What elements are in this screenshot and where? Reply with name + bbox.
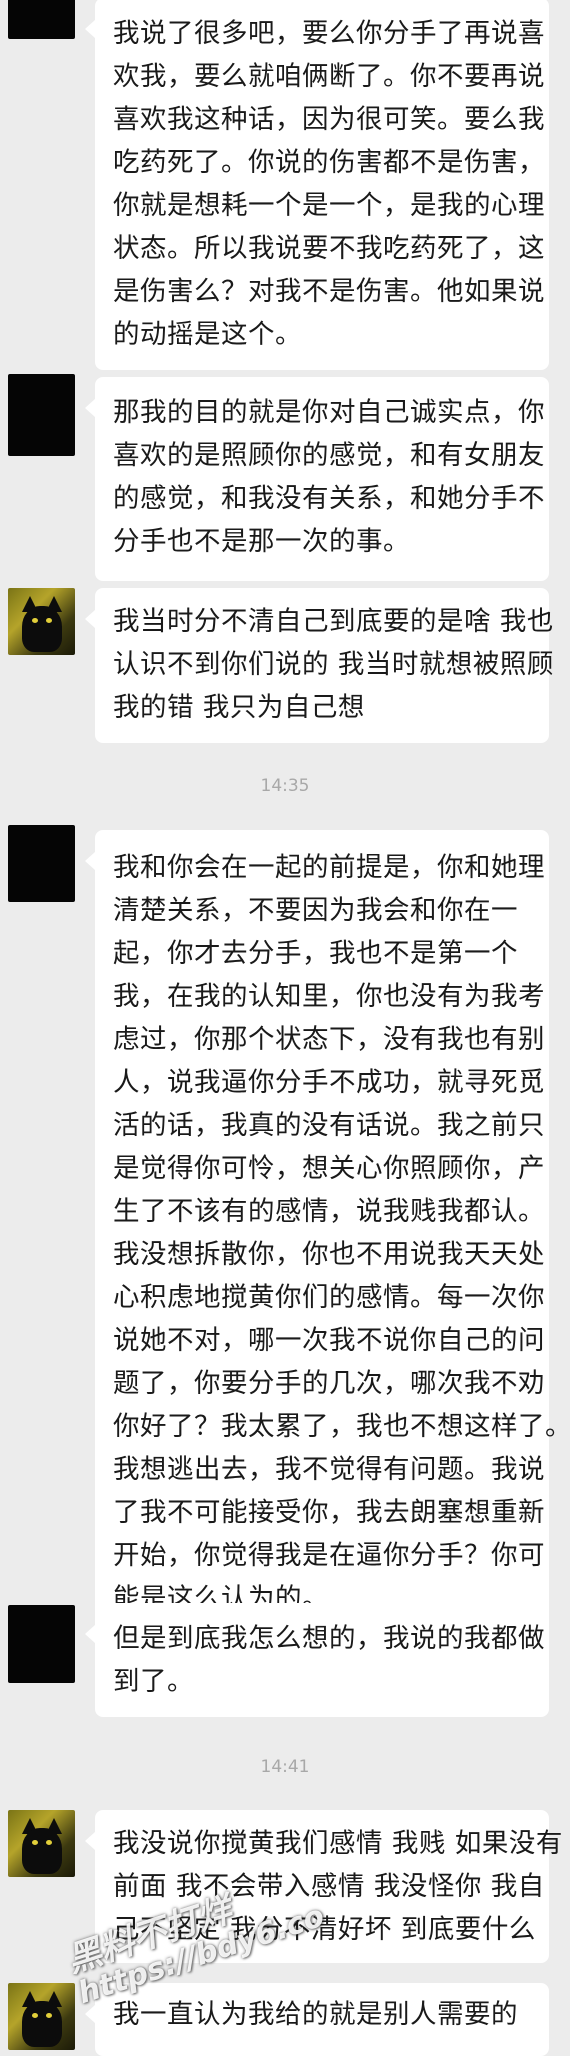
message-text-line: 我没想拆散你，你也不用说我天天处: [113, 1239, 545, 1270]
message-text-line: 的感觉，和我没有关系，和她分手不: [113, 483, 545, 514]
message-text-line: 题了，你要分手的几次，哪次我不劝: [113, 1368, 545, 1399]
cat-eye-icon: [46, 2013, 52, 2018]
cat-icon: [22, 1828, 62, 1874]
message-text-line: 那我的目的就是你对自己诚实点，你: [113, 397, 545, 428]
message-bubble[interactable]: 我说了很多吧，要么你分手了再说喜 欢我，要么就咱俩断了。你不要再说 喜欢我这种话…: [85, 0, 549, 370]
message-text-line: 吃药死了。你说的伤害都不是伤害，: [113, 147, 545, 178]
cat-eye-icon: [32, 1840, 38, 1845]
cat-eye-icon: [32, 2013, 38, 2018]
message-text-line: 我一直认为我给的就是别人需要的: [113, 1999, 518, 2030]
message-text-line: 是觉得你可怜，想关心你照顾你，产: [113, 1153, 545, 1184]
cat-avatar[interactable]: [8, 588, 75, 655]
message-text-line: 我的错 我只为自己想: [113, 692, 365, 723]
cat-eye-icon: [32, 618, 38, 623]
message-bubble[interactable]: 我一直认为我给的就是别人需要的: [85, 1983, 549, 2056]
message-text-line: 虑过，你那个状态下，没有我也有别: [113, 1024, 545, 1055]
cat-avatar[interactable]: [8, 1983, 75, 2050]
message-text-line: 了我不可能接受你，我去朗塞想重新: [113, 1497, 545, 1528]
message-text-line: 生了不该有的感情，说我贱我都认。: [113, 1196, 545, 1227]
avatar-redacted[interactable]: [8, 1605, 75, 1683]
message-text-line: 喜欢我这种话，因为很可笑。要么我: [113, 104, 545, 135]
message-bubble[interactable]: 我当时分不清自己到底要的是啥 我也 认识不到你们说的 我当时就想被照顾 我的错 …: [85, 588, 554, 743]
message-text-line: 我想逃出去，我不觉得有问题。我说: [113, 1454, 545, 1485]
chat-view[interactable]: 我说了很多吧，要么你分手了再说喜 欢我，要么就咱俩断了。你不要再说 喜欢我这种话…: [0, 0, 570, 2056]
message-text-line: 我，在我的认知里，你也没有为我考: [113, 981, 545, 1012]
message-text-line: 但是到底我怎么想的，我说的我都做: [113, 1623, 545, 1654]
message-text-line: 开始，你觉得我是在逼你分手？你可: [113, 1540, 545, 1571]
cat-eye-icon: [46, 1840, 52, 1845]
avatar-redacted[interactable]: [8, 374, 75, 456]
message-text-line: 起，你才去分手，我也不是第一个: [113, 938, 518, 969]
timestamp: 14:35: [260, 776, 310, 796]
message-text-line: 你就是想耗一个是一个，是我的心理: [113, 190, 545, 221]
message-text-line: 分手也不是那一次的事。: [113, 526, 410, 557]
message-text-line: 欢我，要么就咱俩断了。你不要再说: [113, 61, 545, 92]
message-text-line: 活的话，我真的没有话说。我之前只: [113, 1110, 545, 1141]
cat-icon: [22, 606, 62, 652]
message-text-line: 心积虑地搅黄你们的感情。每一次你: [113, 1282, 545, 1313]
message-bubble[interactable]: 那我的目的就是你对自己诚实点，你 喜欢的是照顾你的感觉，和有女朋友 的感觉，和我…: [85, 377, 549, 581]
message-text-line: 我说了很多吧，要么你分手了再说喜: [113, 18, 545, 49]
message-text-line: 状态。所以我说要不我吃药死了，这: [113, 233, 545, 264]
message-text-line: 到了。: [113, 1666, 194, 1697]
message-bubble[interactable]: 我和你会在一起的前提是，你和她理 清楚关系，不要因为我会和你在一 起，你才去分手…: [85, 830, 570, 1634]
avatar-redacted[interactable]: [8, 0, 75, 39]
message-text-line: 人，说我逼你分手不成功，就寻死觅: [113, 1067, 545, 1098]
message-text-line: 的动摇是这个。: [113, 319, 302, 350]
message-text-line: 喜欢的是照顾你的感觉，和有女朋友: [113, 440, 545, 471]
timestamp: 14:41: [260, 1757, 310, 1777]
message-bubble[interactable]: 但是到底我怎么想的，我说的我都做 到了。: [85, 1603, 549, 1717]
cat-eye-icon: [46, 618, 52, 623]
cat-icon: [22, 2001, 62, 2047]
message-text-line: 认识不到你们说的 我当时就想被照顾: [113, 649, 554, 680]
message-text-line: 是伤害么？对我不是伤害。他如果说: [113, 276, 545, 307]
message-text-line: 我没说你搅黄我们感情 我贱 如果没有: [113, 1828, 563, 1859]
message-text-line: 你好了？我太累了，我也不想这样了。: [113, 1411, 570, 1442]
message-text-line: 我和你会在一起的前提是，你和她理: [113, 852, 545, 883]
message-text-line: 清楚关系，不要因为我会和你在一: [113, 895, 518, 926]
message-text-line: 说她不对，哪一次我不说你自己的问: [113, 1325, 545, 1356]
message-text-line: 我当时分不清自己到底要的是啥 我也: [113, 606, 554, 637]
avatar-redacted[interactable]: [8, 825, 75, 902]
cat-avatar[interactable]: [8, 1810, 75, 1877]
